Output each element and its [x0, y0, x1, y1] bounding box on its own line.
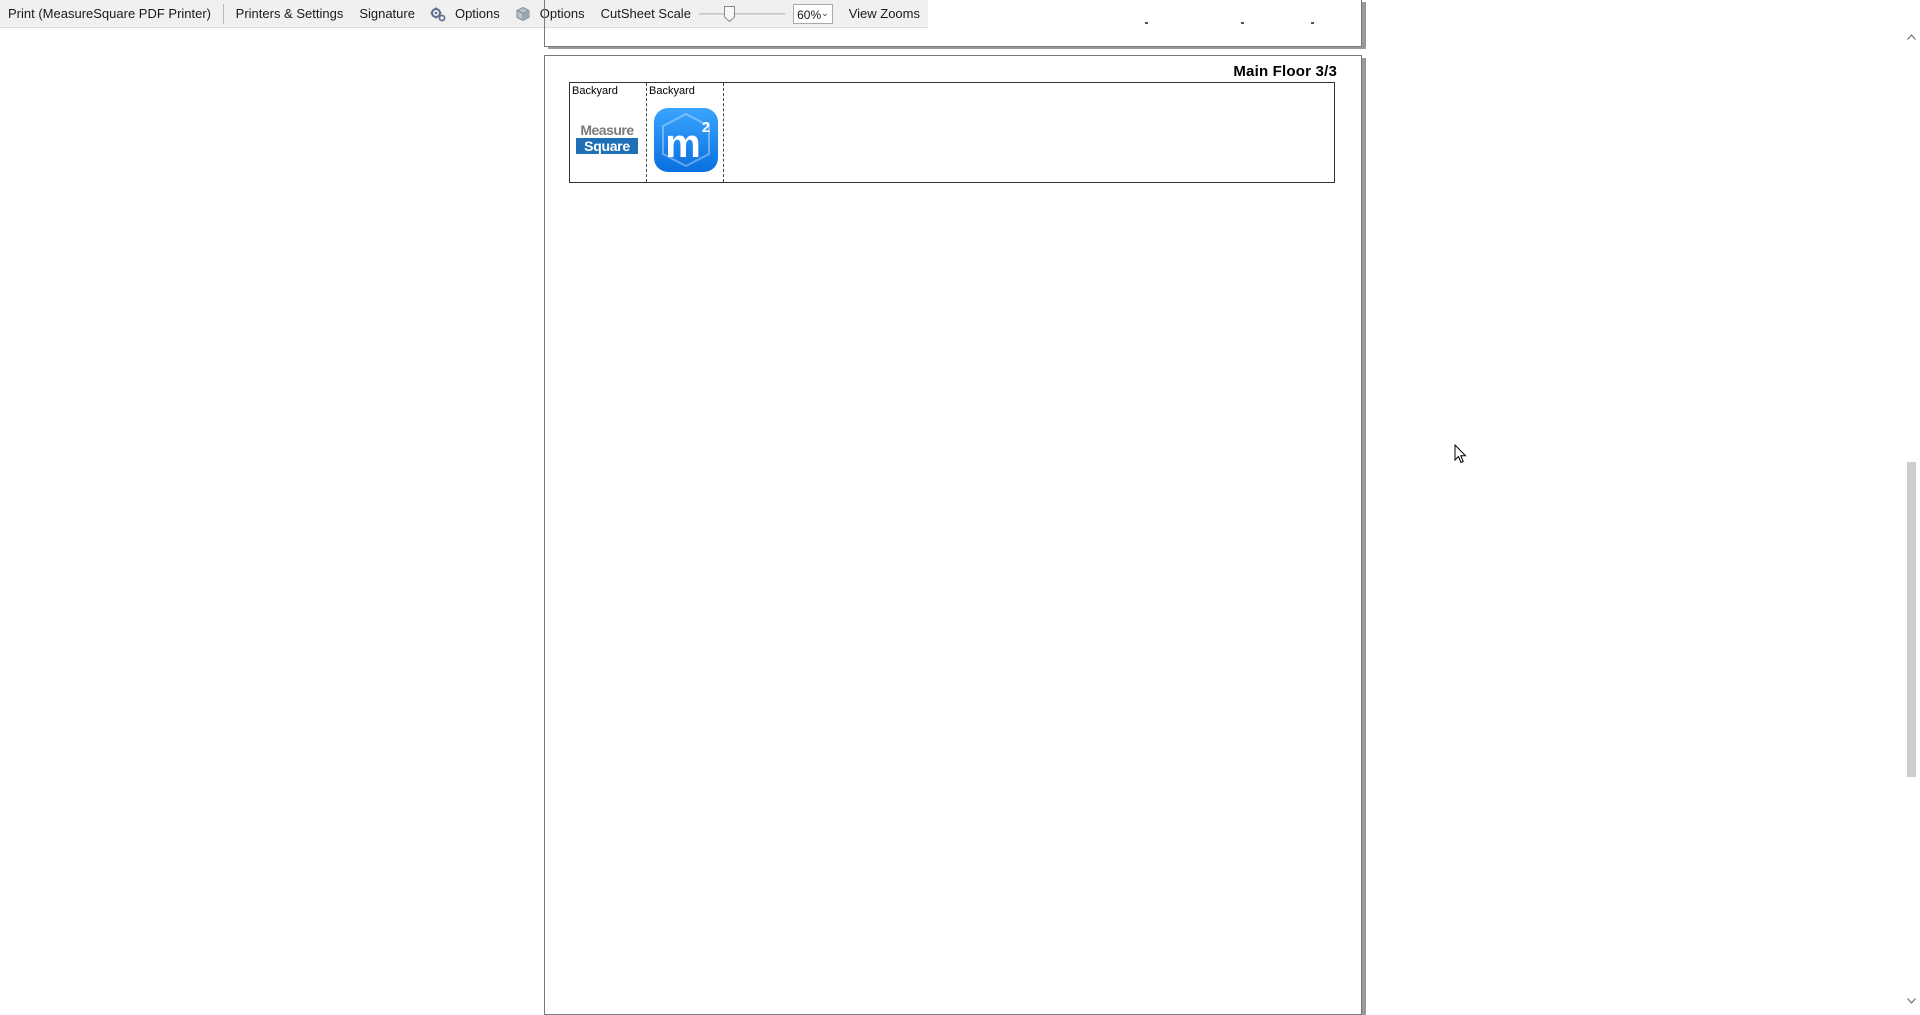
print-page: Main Floor 3/3 Backyard Measure Square B…	[544, 55, 1362, 1015]
logo-text-square: Square	[576, 138, 638, 154]
page-title: Main Floor 3/3	[1233, 63, 1337, 80]
svg-text:m: m	[665, 122, 701, 166]
logo-text-measure: Measure	[580, 122, 634, 138]
page-mark	[1145, 22, 1148, 24]
vertical-scrollbar[interactable]	[1903, 28, 1920, 1009]
room-cell: Backyard m 2	[647, 83, 724, 182]
room-label: Backyard	[572, 85, 618, 97]
signature-button[interactable]: Signature	[351, 1, 423, 27]
page-mark	[1241, 22, 1244, 24]
toolbar-separator	[223, 3, 224, 24]
m2-app-icon: m 2	[653, 107, 719, 173]
svg-text:2: 2	[702, 119, 710, 136]
options-label-1: Options	[454, 6, 500, 21]
gears-icon	[429, 5, 447, 23]
measuresquare-logo: Measure Square	[576, 123, 638, 155]
signature-label: Signature	[359, 6, 415, 21]
room-cell: Backyard Measure Square	[570, 83, 647, 182]
room-label: Backyard	[649, 85, 695, 97]
mouse-cursor-icon	[1454, 443, 1468, 464]
scroll-up-arrow-icon[interactable]	[1903, 28, 1920, 45]
previous-page-bottom	[544, 0, 1362, 47]
print-button[interactable]: Print (MeasureSquare PDF Printer)	[0, 1, 219, 27]
printers-settings-label: Printers & Settings	[235, 6, 344, 21]
cube-icon	[514, 5, 532, 23]
room-table: Backyard Measure Square Backyard m 2	[569, 82, 1335, 183]
scroll-down-arrow-icon[interactable]	[1903, 992, 1920, 1009]
print-button-label: Print (MeasureSquare PDF Printer)	[8, 6, 212, 21]
printers-settings-button[interactable]: Printers & Settings	[228, 1, 352, 27]
page-mark	[1311, 22, 1314, 24]
scrollbar-thumb[interactable]	[1907, 462, 1916, 778]
options-button-1[interactable]: Options	[423, 1, 508, 27]
